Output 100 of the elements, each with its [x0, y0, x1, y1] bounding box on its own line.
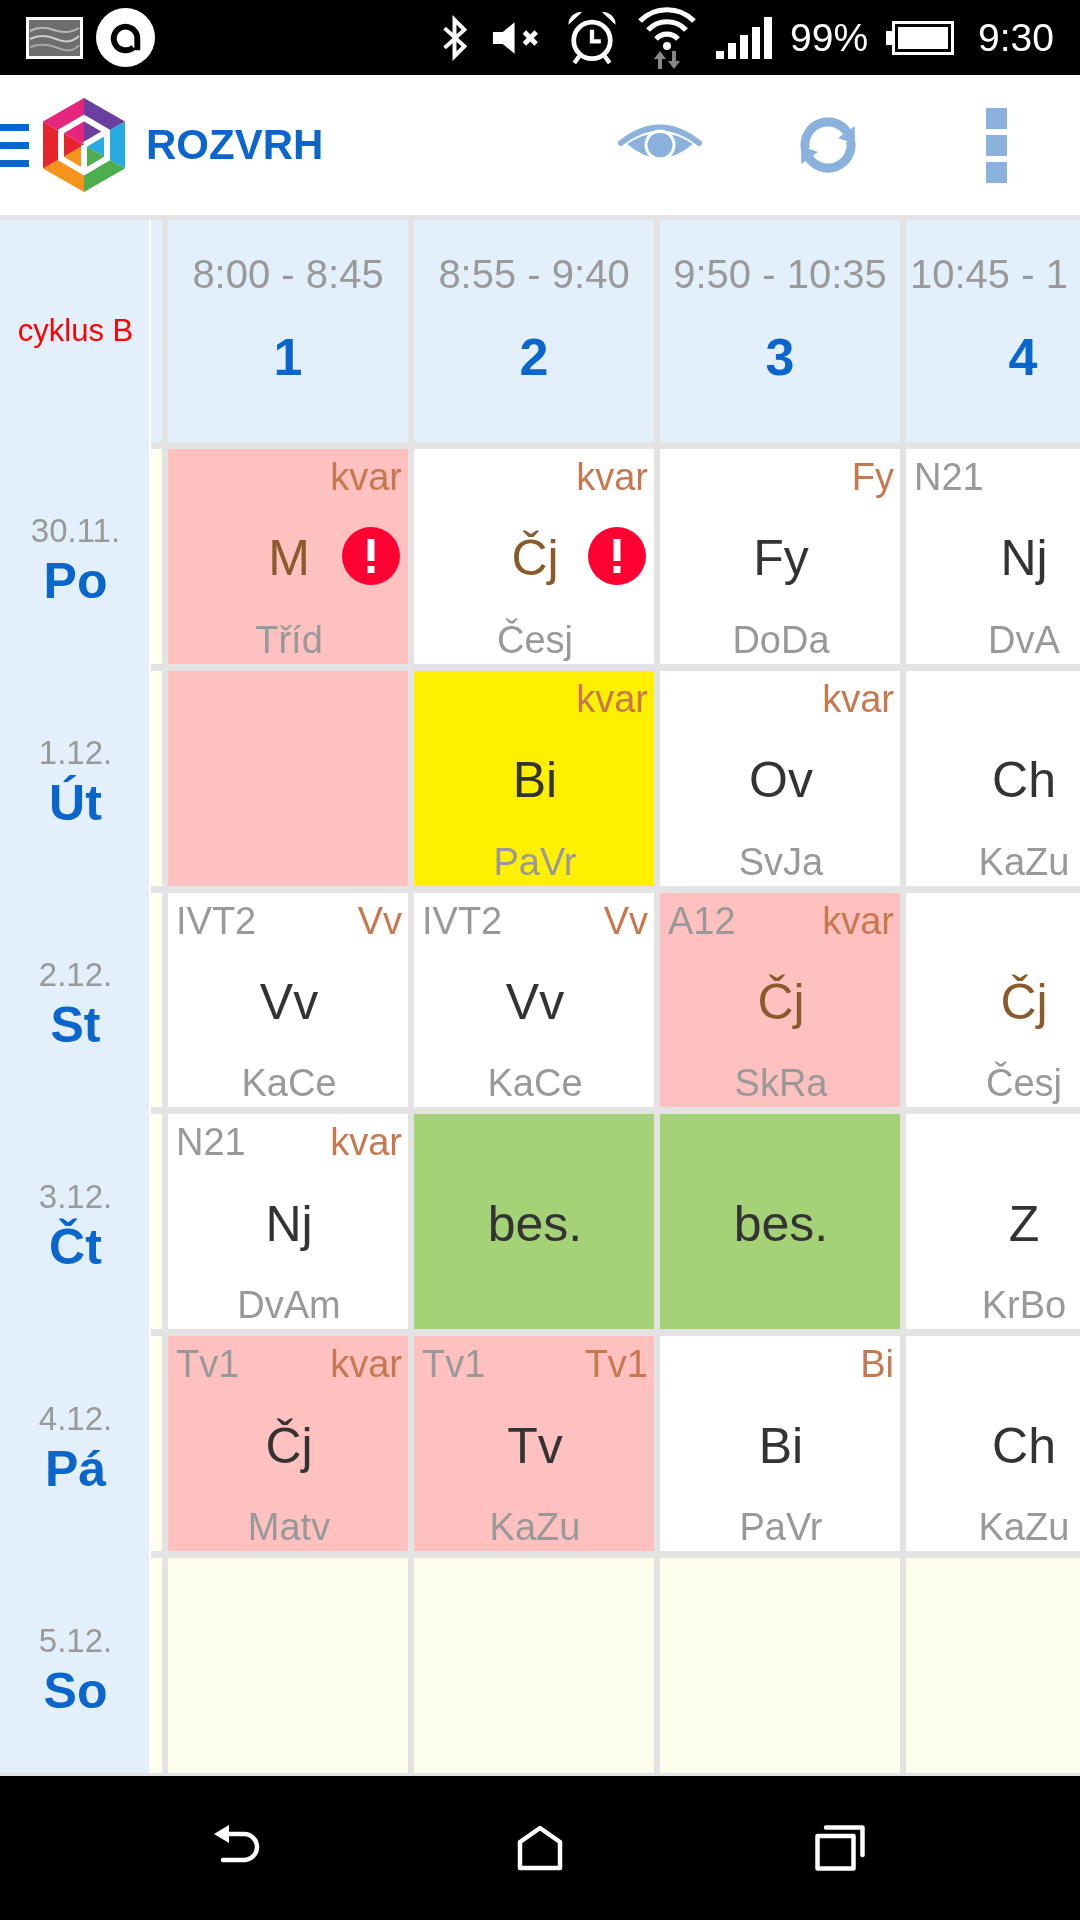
cycle-label: cyklus B	[17, 313, 134, 349]
subject-label: Čj	[511, 529, 559, 588]
teacher-label: PaVr	[739, 1505, 823, 1550]
day-date: 4.12.	[38, 1399, 113, 1438]
group-label: kvar	[330, 1342, 402, 1387]
teacher-label: Česj	[497, 617, 573, 662]
subject-label: Vv	[505, 973, 565, 1032]
day-name: St	[50, 996, 101, 1055]
day-name: Po	[43, 552, 108, 611]
lesson-cell[interactable]: kvar Čj Česj	[414, 449, 654, 664]
group-label: Bi	[860, 1342, 894, 1387]
teacher-label: DvAm	[237, 1283, 341, 1328]
subject-label: Vv	[259, 973, 319, 1032]
image-icon	[26, 16, 83, 59]
room-label: N21	[176, 1120, 246, 1165]
group-label: kvar	[576, 455, 648, 499]
round-app-icon	[96, 8, 155, 67]
period-number: 3	[765, 327, 795, 387]
battery-percent: 99%	[790, 15, 869, 60]
teacher-label: Matv	[247, 1505, 331, 1550]
logo-icon	[43, 98, 125, 192]
day-date: 3.12.	[38, 1177, 113, 1216]
lesson-cell[interactable]: Tv1 kvar Čj Matv	[168, 1336, 408, 1552]
lesson-cell[interactable]: N21 Nj DvA	[906, 449, 1080, 664]
recents-icon[interactable]	[815, 1825, 865, 1871]
teacher-label: KrBo	[981, 1283, 1067, 1328]
app-title: ROZVRH	[146, 121, 324, 169]
subject-label: Ov	[749, 751, 813, 810]
clock-time: 9:30	[978, 15, 1054, 60]
subject-label: Ch	[992, 1416, 1056, 1475]
teacher-label: KaCe	[241, 1061, 337, 1106]
day-name: So	[43, 1661, 108, 1720]
period-number: 4	[1008, 327, 1038, 387]
subject-label: Bi	[758, 1416, 804, 1475]
lesson-cell[interactable]: kvar M Tříd	[168, 449, 408, 664]
group-label: Tv1	[584, 1342, 648, 1387]
subject-label: bes.	[487, 1194, 583, 1253]
day-date: 2.12.	[38, 956, 113, 995]
lesson-cell[interactable]: Bi Bi PaVr	[660, 1336, 900, 1552]
teacher-label: PaVr	[493, 839, 577, 884]
room-label: A12	[668, 898, 736, 943]
group-label: Vv	[357, 898, 402, 943]
room-label: IVT2	[176, 898, 257, 943]
lesson-cell[interactable]: IVT2 Vv Vv KaCe	[414, 892, 654, 1108]
day-name: Út	[49, 774, 102, 833]
subject-label: Čj	[265, 1416, 313, 1475]
menu-icon[interactable]	[0, 123, 29, 167]
teacher-label: Tříd	[255, 617, 323, 662]
subject-label: Bi	[512, 751, 558, 810]
lesson-cell[interactable]: Ch KaZu	[906, 670, 1080, 886]
period-time: 8:00 - 8:45	[192, 251, 384, 297]
signal-icon	[716, 16, 773, 59]
lesson-cell[interactable]: N21 kvar Nj DvAm	[168, 1114, 408, 1330]
lesson-cell[interactable]: IVT2 Vv Vv KaCe	[168, 892, 408, 1108]
lesson-cell[interactable]: Čj Česj	[906, 892, 1080, 1108]
battery-icon	[886, 20, 955, 55]
room-label: IVT2	[422, 898, 503, 943]
teacher-label: KaZu	[978, 839, 1070, 884]
teacher-label: DoDa	[732, 617, 830, 662]
lesson-cell[interactable]: kvar Bi PaVr	[414, 670, 654, 886]
subject-label: bes.	[733, 1194, 829, 1253]
teacher-label: SvJa	[738, 839, 824, 884]
subject-label: Z	[1008, 1194, 1040, 1253]
lesson-cell[interactable]: bes.	[414, 1114, 654, 1330]
subject-label: Čj	[1000, 973, 1048, 1032]
teacher-label: KaCe	[487, 1061, 583, 1106]
teacher-label: KaZu	[489, 1505, 581, 1550]
room-label: Tv1	[422, 1342, 486, 1387]
teacher-label: KaZu	[978, 1505, 1070, 1550]
subject-label: Nj	[265, 1194, 313, 1253]
lesson-cell[interactable]: bes.	[660, 1114, 900, 1330]
home-icon[interactable]	[517, 1825, 563, 1871]
period-number: 1	[273, 327, 303, 387]
group-label: Fy	[851, 455, 894, 499]
group-label: kvar	[576, 676, 648, 721]
subject-label: Ch	[992, 751, 1056, 810]
group-label: kvar	[822, 898, 894, 943]
lesson-cell[interactable]: kvar Ov SvJa	[660, 670, 900, 886]
day-date: 1.12.	[38, 734, 113, 773]
teacher-label: Česj	[986, 1061, 1062, 1106]
room-label: Tv1	[176, 1342, 240, 1387]
subject-label: Tv	[507, 1416, 563, 1475]
day-name: Čt	[49, 1217, 102, 1276]
group-label: Vv	[603, 898, 648, 943]
subject-label: M	[268, 529, 310, 588]
lesson-cell[interactable]: A12 kvar Čj SkRa	[660, 892, 900, 1108]
alarm-clock-icon	[566, 10, 619, 65]
period-time: 10:45 - 1	[910, 251, 1068, 297]
lesson-cell[interactable]: Tv1 Tv1 Tv KaZu	[414, 1336, 654, 1552]
period-time: 8:55 - 9:40	[438, 251, 630, 297]
group-label: kvar	[822, 676, 894, 721]
teacher-label: SkRa	[734, 1061, 828, 1106]
day-name: Pá	[44, 1439, 107, 1498]
day-date: 30.11.	[30, 512, 121, 551]
lesson-cell[interactable]: Z KrBo	[906, 1114, 1080, 1330]
lesson-cell[interactable]: Ch KaZu	[906, 1336, 1080, 1552]
subject-label: Čj	[757, 973, 805, 1032]
room-label: N21	[914, 455, 984, 499]
subject-label: Nj	[1000, 529, 1048, 588]
lesson-cell[interactable]: Fy Fy DoDa	[660, 449, 900, 664]
